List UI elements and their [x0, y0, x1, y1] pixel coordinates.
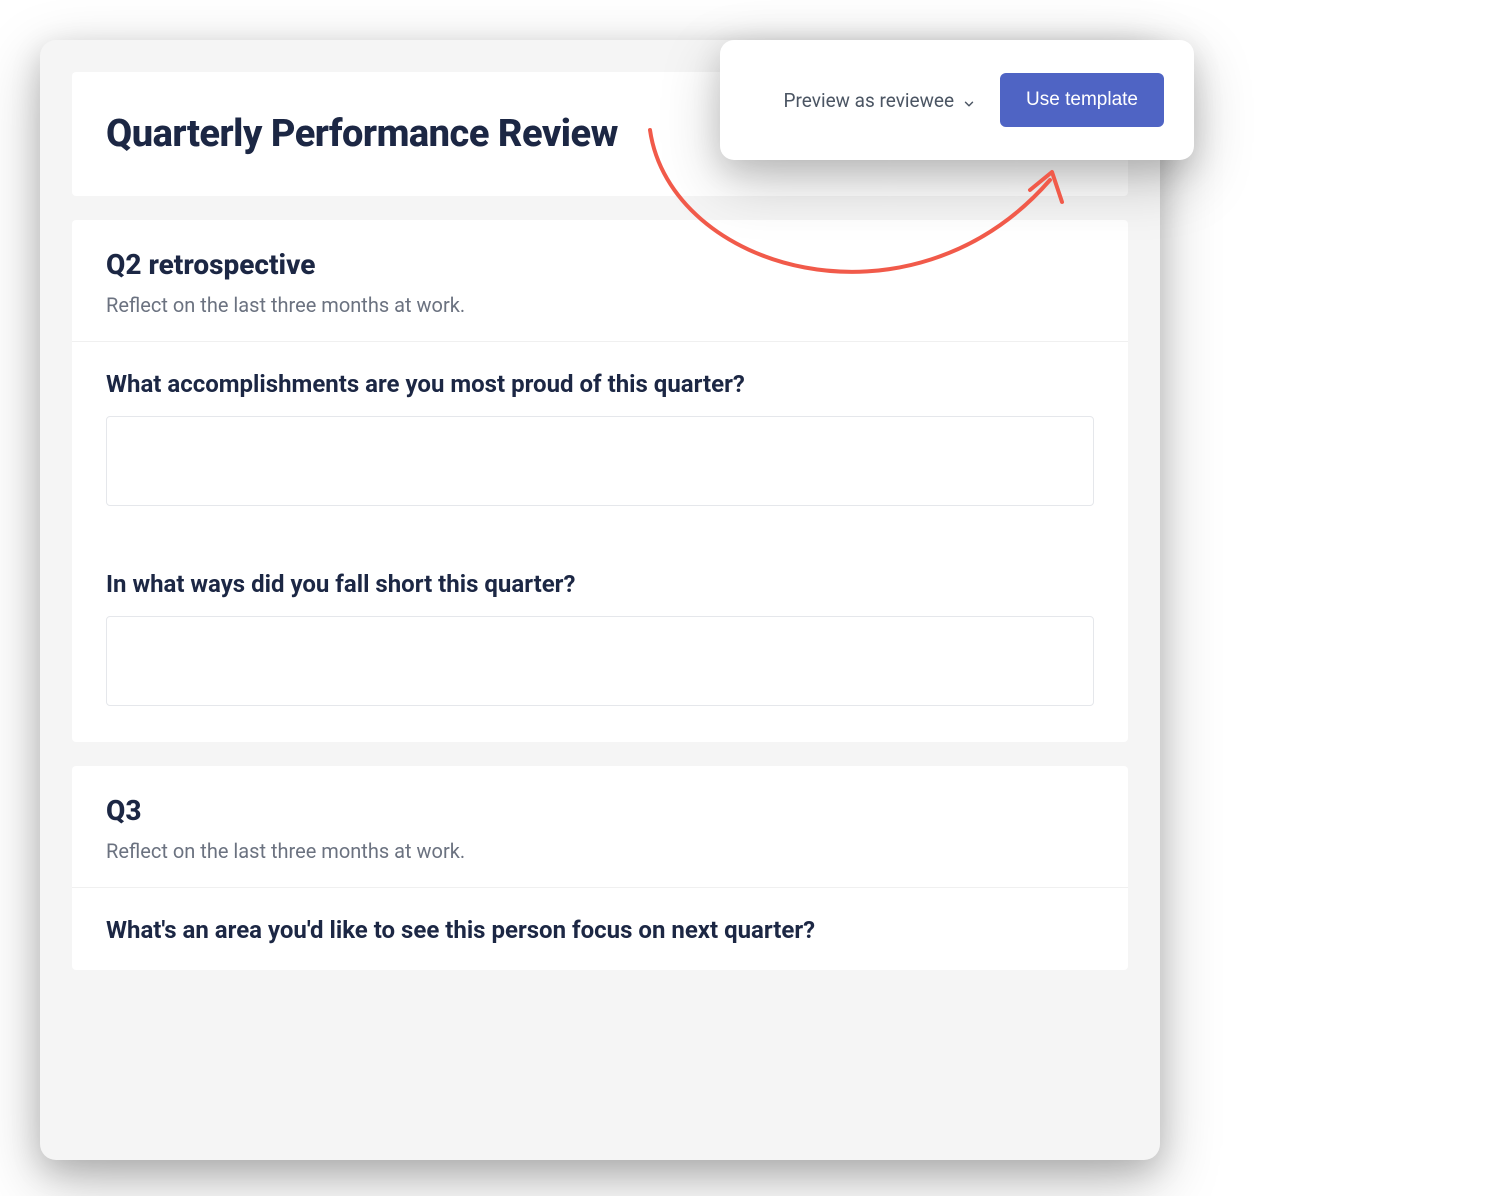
answer-input-shortcomings[interactable]	[106, 616, 1094, 706]
preview-toolbar: Preview as reviewee Use template	[720, 40, 1194, 160]
use-template-label: Use template	[1026, 89, 1138, 110]
question-label: In what ways did you fall short this qua…	[106, 570, 1094, 598]
section-title: Q3	[106, 794, 1094, 827]
section-header: Q2 retrospective Reflect on the last thr…	[72, 220, 1128, 342]
preview-dropdown-label: Preview as reviewee	[784, 89, 955, 112]
question-block-accomplishments: What accomplishments are you most proud …	[72, 342, 1128, 542]
section-description: Reflect on the last three months at work…	[106, 839, 1094, 863]
answer-input-accomplishments[interactable]	[106, 416, 1094, 506]
use-template-button[interactable]: Use template	[1000, 73, 1164, 127]
chevron-down-icon	[962, 93, 976, 107]
question-block-shortcomings: In what ways did you fall short this qua…	[72, 542, 1128, 742]
question-label: What's an area you'd like to see this pe…	[106, 916, 1094, 944]
page-container: Quarterly Performance Review Q2 retrospe…	[40, 40, 1160, 1160]
section-title: Q2 retrospective	[106, 248, 1094, 281]
question-block-focus-area: What's an area you'd like to see this pe…	[72, 888, 1128, 970]
section-q3: Q3 Reflect on the last three months at w…	[72, 766, 1128, 970]
section-q2: Q2 retrospective Reflect on the last thr…	[72, 220, 1128, 742]
question-label: What accomplishments are you most proud …	[106, 370, 1094, 398]
section-description: Reflect on the last three months at work…	[106, 293, 1094, 317]
preview-as-dropdown[interactable]: Preview as reviewee	[784, 89, 977, 112]
section-header: Q3 Reflect on the last three months at w…	[72, 766, 1128, 888]
